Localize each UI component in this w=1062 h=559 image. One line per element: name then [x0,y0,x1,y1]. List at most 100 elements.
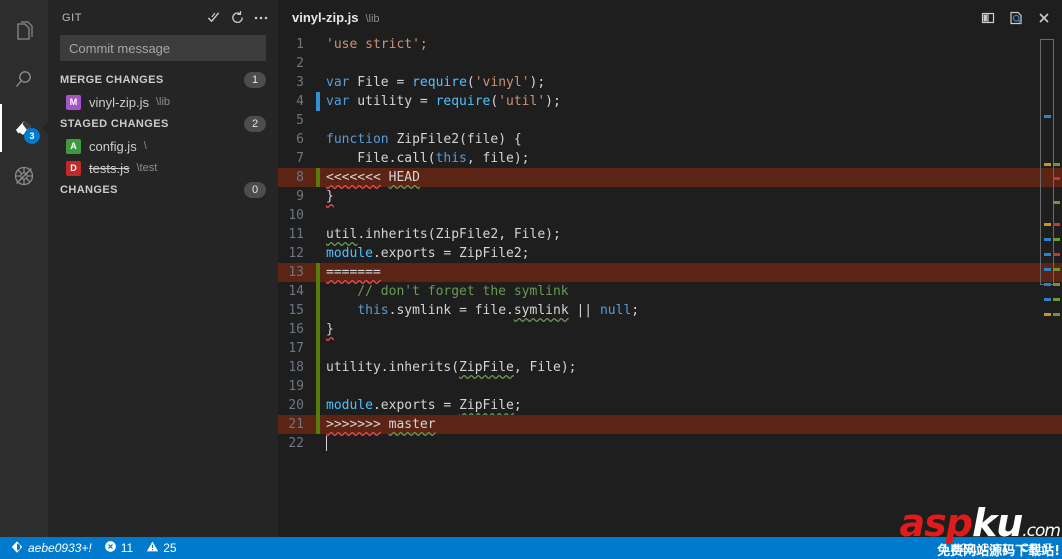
line-gutter-marker [316,339,320,358]
line-number: 19 [288,379,304,394]
source-control-branch-icon [10,540,24,557]
code-line: 15 this.symlink = file.symlink || null; [278,301,1062,320]
line-number: 5 [296,113,304,128]
group-header-merge-changes[interactable]: MERGE CHANGES 1 [48,69,278,91]
ruler-mark [1053,201,1060,204]
activity-debug[interactable] [0,152,48,200]
code-text: } [326,322,334,337]
file-path: \test [136,162,158,174]
file-path: \ [143,140,147,152]
error-count: 11 [120,541,134,555]
ruler-mark [1053,313,1060,316]
code-line: 21 >>>>>>> master [278,415,1062,434]
file-path: \lib [155,96,171,108]
line-number: 3 [296,75,304,90]
close-icon[interactable] [1032,6,1056,30]
line-number: 2 [296,56,304,71]
group-label: STAGED CHANGES [60,118,169,130]
debug-icon [11,163,37,189]
editor-file-path: \lib [365,13,380,25]
activity-explorer[interactable] [0,8,48,56]
code-line: 13 ======= [278,263,1062,282]
code-text: // don't forget the symlink [326,284,569,299]
group-count: 2 [244,116,266,132]
ruler-mark [1053,238,1060,241]
sidebar-actions [202,7,272,29]
editor-title: vinyl-zip.js \lib [292,10,976,25]
line-number: 1 [296,37,304,52]
file-name: vinyl-zip.js [89,94,149,110]
code-line: 2 [278,54,1062,73]
ruler-mark [1044,223,1051,226]
activity-search[interactable] [0,56,48,104]
status-bar: aebe0933+! 11 25 Ln 22, Col 1 CRLF [0,537,1062,559]
status-badge: M [66,94,81,110]
code-line: 3 var File = require('vinyl'); [278,73,1062,92]
open-changes-icon[interactable] [1004,6,1028,30]
line-number: 9 [296,189,304,204]
overview-ruler[interactable] [1040,35,1062,537]
status-branch[interactable]: aebe0933+! [4,537,98,559]
status-badge: A [66,138,81,154]
code-line: 20 module.exports = ZipFile; [278,396,1062,415]
ruler-mark [1053,283,1060,286]
line-number: 20 [288,398,304,413]
line-number: 10 [288,208,304,223]
code-line: 8 <<<<<<< HEAD [278,168,1062,187]
ruler-mark [1044,313,1051,316]
code-line: 17 [278,339,1062,358]
status-badge: D [66,160,81,176]
change-groups: MERGE CHANGES 1 M vinyl-zip.js \lib STAG… [48,69,278,201]
vscode-window: 3 GIT Commit message MERGE CHANGES 1 M v… [0,0,1062,559]
group-header-staged-changes[interactable]: STAGED CHANGES 2 [48,113,278,135]
commit-check-icon[interactable] [202,7,224,29]
line-number: 6 [296,132,304,147]
list-item[interactable]: A config.js \ [48,135,278,157]
ruler-mark [1053,253,1060,256]
commit-message-input[interactable] [60,35,266,61]
ruler-mark [1044,115,1051,118]
ruler-mark [1053,163,1060,166]
code-line: 4 var utility = require('util'); [278,92,1062,111]
source-control-badge: 3 [24,128,40,144]
group-header-changes[interactable]: CHANGES 0 [48,179,278,201]
activity-source-control[interactable]: 3 [0,104,49,152]
code-line: 22 [278,434,1062,453]
code-text: ======= [326,265,381,280]
line-number: 13 [288,265,304,280]
editor-actions [976,6,1056,30]
line-number: 14 [288,284,304,299]
code-editor[interactable]: 1 'use strict'; 2 3 var File = require('viny… [278,35,1062,537]
line-number: 8 [296,170,304,185]
line-number: 15 [288,303,304,318]
more-actions-icon[interactable] [250,7,272,29]
window-body: 3 GIT Commit message MERGE CHANGES 1 M v… [0,0,1062,537]
refresh-icon[interactable] [226,7,248,29]
warning-icon [146,540,159,556]
split-editor-icon[interactable] [976,6,1000,30]
editor-scrollbar[interactable] [1040,39,1054,285]
code-text: } [326,189,334,204]
text-caret [326,436,327,451]
code-text: var File = require('vinyl'); [326,75,546,90]
line-gutter-marker [316,206,320,225]
ruler-mark [1053,177,1060,180]
group-label: MERGE CHANGES [60,74,164,86]
code-text: File.call(this, file); [326,151,530,166]
ruler-mark [1044,238,1051,241]
code-line: 1 'use strict'; [278,35,1062,54]
line-number: 22 [288,436,304,451]
ruler-mark [1044,163,1051,166]
code-line: 9} [278,187,1062,206]
line-number: 16 [288,322,304,337]
list-item[interactable]: D tests.js \test [48,157,278,179]
status-cursor-position[interactable]: Ln 22, Col 1 [938,537,1015,559]
status-problems[interactable]: 11 25 [98,537,183,559]
status-eol[interactable]: CRLF [1015,537,1058,559]
list-item[interactable]: M vinyl-zip.js \lib [48,91,278,113]
file-name: config.js [89,138,137,154]
sidebar: GIT Commit message MERGE CHANGES 1 M vin… [48,0,278,537]
code-line: 19 [278,377,1062,396]
code-line: 7 File.call(this, file); [278,149,1062,168]
activity-active-arrow [42,122,49,134]
